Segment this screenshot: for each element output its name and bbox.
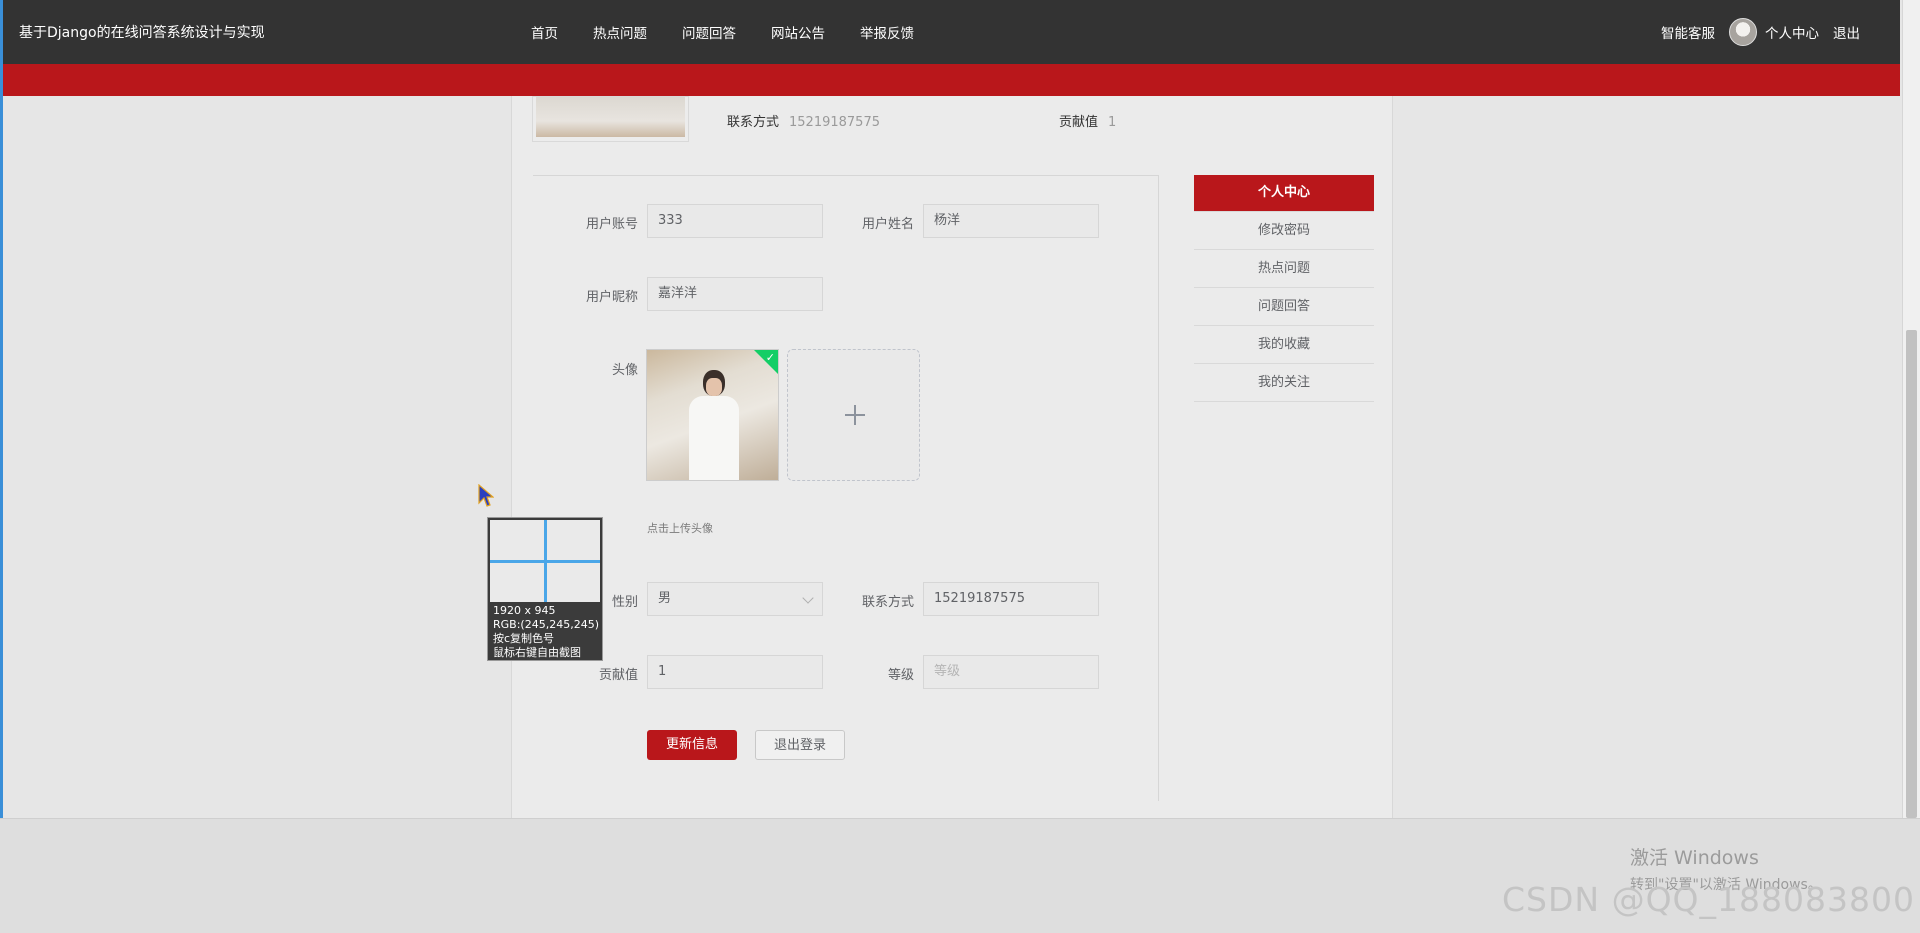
side-menu: 个人中心 修改密码 热点问题 问题回答 我的收藏 我的关注: [1194, 175, 1374, 403]
nav-announcements[interactable]: 网站公告: [771, 22, 825, 42]
contribution-input[interactable]: 1: [647, 655, 823, 689]
header-contribution-label: 贡献值: [1059, 115, 1099, 130]
windows-activation-title: 激活 Windows: [1630, 847, 1759, 869]
profile-photo-top: [532, 96, 689, 142]
gender-select[interactable]: 男: [647, 582, 823, 616]
magnifier-view: [490, 520, 600, 602]
top-navbar: 基于Django的在线问答系统设计与实现 首页 热点问题 问题回答 网站公告 举…: [3, 0, 1900, 64]
header-contribution-value: 1: [1108, 115, 1117, 130]
account-label: 用户账号: [585, 217, 638, 232]
nav-right: 智能客服 个人中心 退出: [1661, 18, 1860, 46]
red-banner: [3, 64, 1900, 96]
avatar-upload-hint: 点击上传头像: [647, 522, 713, 535]
nickname-input[interactable]: 嘉洋洋: [647, 277, 823, 311]
person-photo: [683, 370, 747, 480]
user-avatar-icon[interactable]: [1729, 18, 1757, 46]
nav-question-answers[interactable]: 问题回答: [682, 22, 736, 42]
csdn-watermark: CSDN @QQ_188083800: [1502, 880, 1915, 919]
magnifier-size: 1920 x 945: [493, 604, 556, 617]
avatar-image[interactable]: ✓: [646, 349, 779, 481]
avatar-upload-button[interactable]: [787, 349, 920, 481]
magnifier-info: 1920 x 945 RGB:(245,245,245) 按c复制色号 鼠标右键…: [493, 604, 599, 660]
name-input[interactable]: 杨洋: [923, 204, 1099, 238]
avatar-label: 头像: [611, 363, 638, 378]
name-label: 用户姓名: [861, 217, 914, 232]
level-label: 等级: [887, 668, 914, 683]
logout-button[interactable]: 退出登录: [755, 730, 845, 760]
contribution-label: 贡献值: [598, 668, 638, 683]
nickname-label: 用户昵称: [585, 290, 638, 305]
header-contact-value: 15219187575: [789, 115, 880, 130]
profile-form: [533, 175, 1159, 801]
window-left-edge: [0, 0, 3, 818]
header-contribution: 贡献值 1: [1059, 111, 1116, 130]
contact-input[interactable]: 15219187575: [923, 582, 1099, 616]
gender-select-value: 男: [658, 591, 672, 606]
side-item-following[interactable]: 我的关注: [1194, 365, 1374, 402]
account-input[interactable]: 333: [647, 204, 823, 238]
chevron-down-icon: [802, 592, 814, 604]
update-info-button[interactable]: 更新信息: [647, 730, 737, 760]
side-item-favorites[interactable]: 我的收藏: [1194, 327, 1374, 364]
magnifier-copy-hint: 按c复制色号: [493, 632, 555, 645]
logout-link[interactable]: 退出: [1833, 22, 1860, 42]
main-nav: 首页 热点问题 问题回答 网站公告 举报反馈: [531, 22, 914, 42]
scrollbar-thumb[interactable]: [1906, 330, 1917, 818]
smart-service-link[interactable]: 智能客服: [1661, 22, 1715, 42]
side-item-profile[interactable]: 个人中心: [1194, 175, 1374, 212]
profile-link[interactable]: 个人中心: [1765, 22, 1819, 42]
header-contact-label: 联系方式: [727, 115, 780, 130]
screenshot-magnifier: 1920 x 945 RGB:(245,245,245) 按c复制色号 鼠标右键…: [487, 517, 603, 661]
level-input[interactable]: 等级: [923, 655, 1099, 689]
side-item-hot-questions[interactable]: 热点问题: [1194, 251, 1374, 288]
side-item-question-answers[interactable]: 问题回答: [1194, 289, 1374, 326]
mouse-cursor-icon: [478, 484, 494, 507]
nav-report-feedback[interactable]: 举报反馈: [860, 22, 914, 42]
side-item-change-password[interactable]: 修改密码: [1194, 213, 1374, 250]
check-icon: ✓: [765, 351, 775, 364]
nav-home[interactable]: 首页: [531, 22, 558, 42]
magnifier-rgb: RGB:(245,245,245): [493, 618, 599, 631]
header-contact: 联系方式 15219187575: [727, 111, 880, 130]
magnifier-capture-hint: 鼠标右键自由截图: [493, 646, 581, 659]
app-title: 基于Django的在线问答系统设计与实现: [19, 25, 265, 41]
crosshair-icon: [544, 520, 547, 602]
contact-label: 联系方式: [861, 595, 914, 610]
nav-hot-questions[interactable]: 热点问题: [593, 22, 647, 42]
